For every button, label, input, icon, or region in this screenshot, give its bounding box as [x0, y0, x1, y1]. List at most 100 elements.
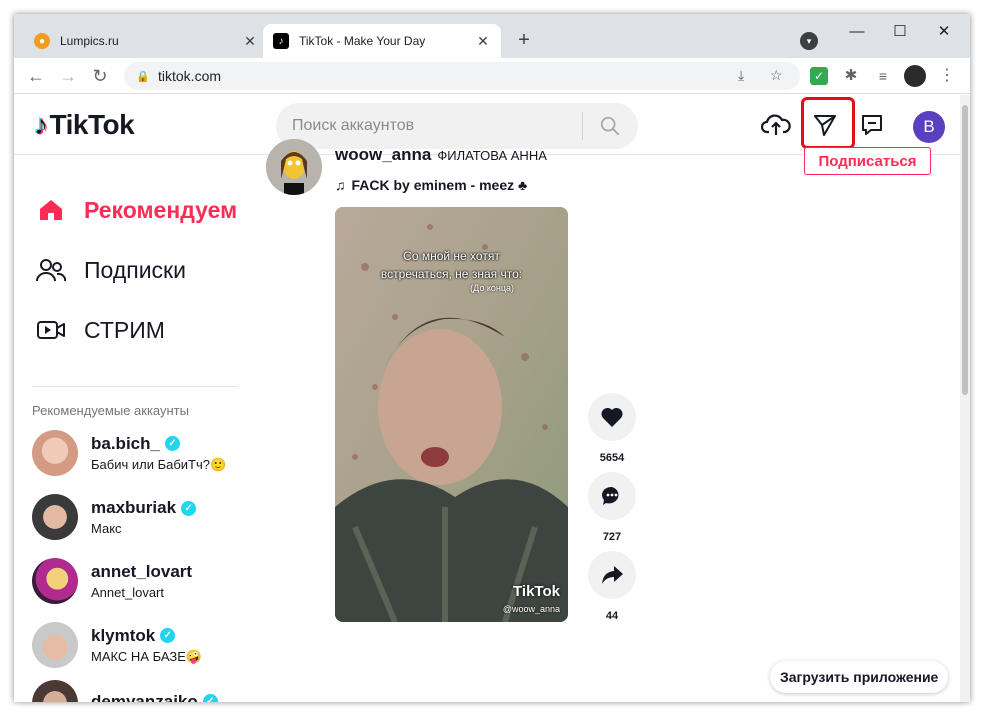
- suggested-accounts-caption: Рекомендуемые аккаунты: [32, 403, 189, 418]
- post-author[interactable]: woow_anna ФИЛАТОВА АННА: [335, 145, 547, 165]
- verified-icon: ✓: [164, 436, 180, 451]
- sidebar-item-recommended[interactable]: Рекомендуем: [36, 196, 237, 224]
- share-icon[interactable]: [588, 551, 636, 599]
- comment-count: 727: [602, 531, 622, 543]
- close-icon[interactable]: ✕: [242, 33, 258, 50]
- lumpics-icon: ●: [34, 33, 50, 49]
- tab-lumpics[interactable]: ● Lumpics.ru ✕: [24, 24, 268, 58]
- maximize-button[interactable]: ☐: [880, 20, 920, 44]
- verified-icon: ✓: [160, 628, 176, 643]
- suggested-account[interactable]: ba.bich_ ✓ Бабич или БабиТч?🙂: [32, 426, 226, 480]
- tab-tiktok[interactable]: ♪ TikTok - Make Your Day ✕: [263, 24, 501, 58]
- heart-icon[interactable]: [588, 393, 636, 441]
- extensions-puzzle-icon[interactable]: ✱: [842, 67, 860, 85]
- nav-label: СТРИМ: [84, 316, 165, 343]
- get-app-button[interactable]: Загрузить приложение: [770, 661, 949, 693]
- video-watermark: TikTok: [513, 583, 560, 600]
- like-count: 5654: [599, 452, 625, 464]
- comment-action[interactable]: 727: [588, 472, 636, 543]
- video-subcaption: (До конца): [470, 283, 514, 293]
- sidebar-item-following[interactable]: Подписки: [36, 256, 186, 284]
- logo-text: TikTok: [49, 109, 135, 140]
- video-watermark-user: @woow_anna: [502, 604, 560, 614]
- account-avatar: [32, 558, 78, 604]
- suggested-account[interactable]: annet_lovart Annet_lovart: [32, 554, 192, 608]
- inbox-icon[interactable]: [852, 107, 892, 143]
- title-bar: ● Lumpics.ru ✕ ♪ TikTok - Make Your Day …: [14, 14, 970, 58]
- close-icon[interactable]: ✕: [475, 33, 491, 50]
- nav-label: Рекомендуем: [84, 196, 238, 223]
- music-note-icon: ♫: [335, 177, 346, 193]
- forward-button[interactable]: →: [56, 64, 80, 88]
- share-action[interactable]: 44: [588, 551, 636, 622]
- sidebar-item-live[interactable]: СТРИМ: [36, 316, 165, 344]
- url-text: tiktok.com: [158, 68, 222, 84]
- reload-button[interactable]: ↻: [88, 64, 112, 88]
- account-username: maxburiak: [91, 498, 177, 517]
- follow-button[interactable]: Подписаться: [804, 147, 931, 175]
- account-display-name: Макс: [91, 521, 122, 536]
- suggested-account[interactable]: klymtok ✓ МАКС НА БАЗЕ🤪: [32, 618, 202, 672]
- share-count: 44: [605, 610, 619, 622]
- tiktok-icon: ♪: [273, 33, 289, 49]
- tiktok-page: ♪ TikTok B: [14, 95, 960, 702]
- live-icon: [36, 316, 66, 344]
- tiktok-note-icon: ♪: [34, 109, 48, 140]
- post-nickname: ФИЛАТОВА АННА: [437, 148, 547, 163]
- account-avatar: [32, 430, 78, 476]
- page-scrollbar[interactable]: [960, 95, 970, 702]
- tiktok-logo[interactable]: ♪ TikTok: [34, 109, 135, 141]
- search-input[interactable]: [276, 117, 582, 135]
- nav-label: Подписки: [84, 256, 186, 283]
- account-username: annet_lovart: [91, 562, 193, 581]
- account-avatar: [32, 680, 78, 702]
- minimize-button[interactable]: —: [837, 20, 877, 44]
- tab-title: Lumpics.ru: [60, 34, 119, 48]
- post-author-avatar[interactable]: [266, 139, 322, 195]
- account-display-name: МАКС НА БАЗЕ🤪: [91, 648, 203, 664]
- account-avatar: [32, 494, 78, 540]
- address-bar[interactable]: 🔒 tiktok.com ⤓ ☆: [124, 62, 800, 90]
- account-avatar: [32, 622, 78, 668]
- profile-avatar-icon[interactable]: [904, 65, 926, 87]
- media-control-icon[interactable]: ≡: [874, 67, 892, 85]
- sidebar-divider: [32, 386, 238, 387]
- extension-check-icon[interactable]: ✓: [810, 67, 828, 85]
- search-box: [276, 103, 638, 149]
- account-username: klymtok: [91, 625, 156, 645]
- search-icon[interactable]: [583, 115, 637, 137]
- account-username: ba.bich_: [91, 433, 160, 453]
- video-player[interactable]: Со мной не хотят встречаться, не зная чт…: [335, 207, 568, 622]
- account-display-name: Annet_lovart: [91, 585, 164, 600]
- account-display-name: Бабич или БабиТч?🙂: [91, 456, 227, 472]
- post-username: woow_anna: [335, 145, 432, 164]
- video-caption: Со мной не хотят встречаться, не зная чт…: [380, 249, 523, 281]
- close-window-button[interactable]: ✕: [924, 20, 964, 44]
- like-action[interactable]: 5654: [588, 393, 636, 464]
- tab-title: TikTok - Make Your Day: [299, 34, 426, 48]
- scrollbar-thumb[interactable]: [962, 105, 968, 395]
- back-button[interactable]: ←: [24, 64, 48, 88]
- verified-icon: ✓: [181, 500, 197, 516]
- tab-search-icon[interactable]: ▾: [800, 32, 818, 50]
- browser-toolbar: ← → ↻ 🔒 tiktok.com ⤓ ☆ ✓ ✱ ≡ ⋮: [14, 58, 970, 94]
- new-tab-button[interactable]: +: [513, 30, 535, 52]
- comment-icon[interactable]: [588, 472, 636, 520]
- verified-icon: ✓: [202, 694, 218, 702]
- user-avatar[interactable]: B: [913, 111, 945, 143]
- lock-icon: 🔒: [136, 70, 150, 83]
- sidebar: Рекомендуем Подписки СТРИМ Рекомендуемые…: [14, 156, 254, 702]
- music-title: FACK by eminem - meez ♣: [351, 177, 528, 193]
- upload-icon[interactable]: [756, 107, 796, 143]
- suggested-account[interactable]: maxburiak ✓ Макс: [32, 490, 197, 544]
- bookmark-star-icon[interactable]: ☆: [770, 67, 783, 84]
- browser-menu-icon[interactable]: ⋮: [938, 67, 956, 85]
- suggested-account[interactable]: demyanzaiko ✓: [32, 676, 218, 702]
- highlight-box: [801, 97, 855, 149]
- install-icon[interactable]: ⤓: [738, 67, 744, 84]
- account-username: demyanzaiko: [91, 691, 198, 703]
- home-icon: [36, 196, 66, 224]
- post-music[interactable]: ♫ FACK by eminem - meez ♣: [335, 177, 527, 193]
- users-icon: [36, 256, 66, 284]
- browser-window: ● Lumpics.ru ✕ ♪ TikTok - Make Your Day …: [14, 14, 970, 702]
